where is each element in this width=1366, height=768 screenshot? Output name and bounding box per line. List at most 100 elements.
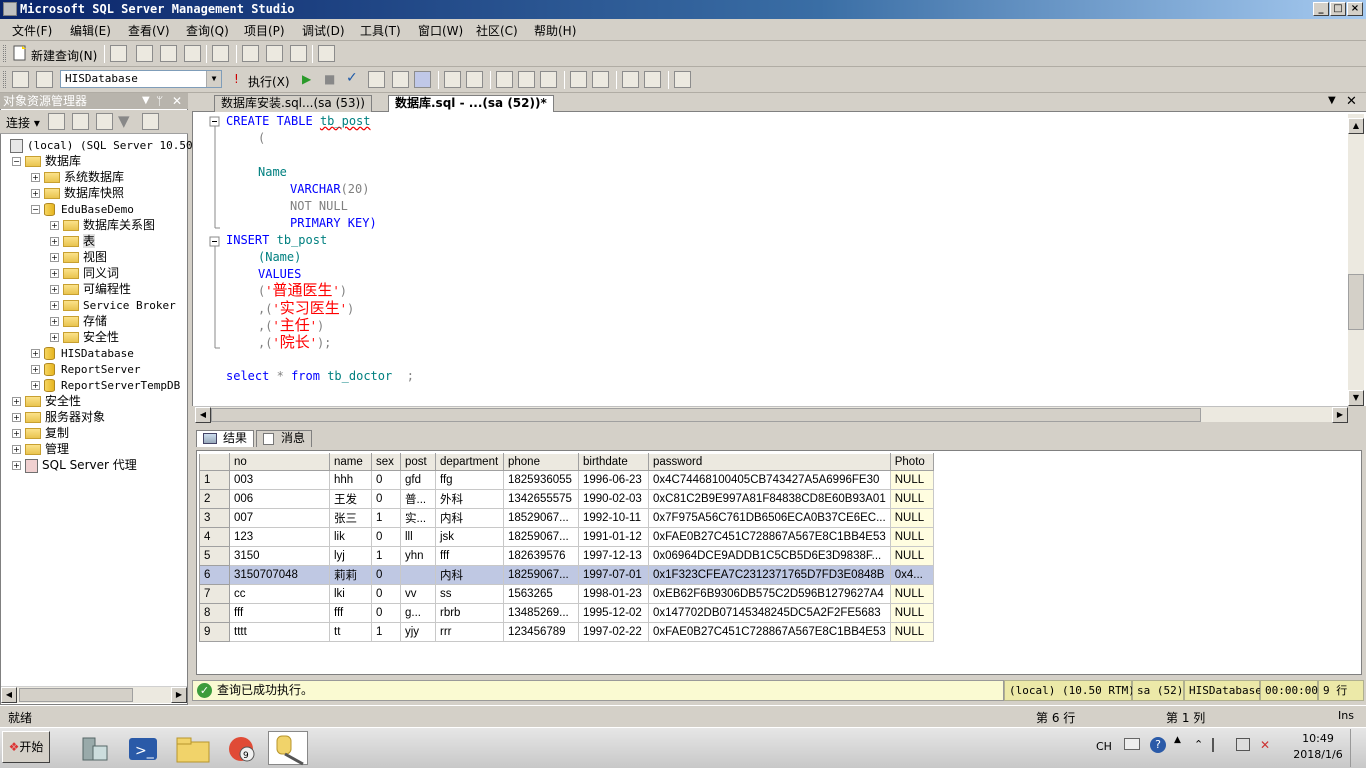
row-number[interactable]: 5 [199, 546, 230, 566]
column-header-name[interactable]: name [329, 453, 372, 471]
scroll-thumb[interactable] [211, 408, 1201, 422]
decrease-indent-icon[interactable] [622, 71, 639, 88]
menu-project[interactable]: 项目(P) [244, 22, 285, 39]
tree-synonyms[interactable]: + 同义词 [50, 265, 119, 281]
volume-muted-icon[interactable]: ✕ [1260, 738, 1274, 752]
grid-cell-photo[interactable]: NULL [889, 546, 934, 566]
grid-cell-no[interactable]: 003 [229, 470, 330, 490]
tab-close-icon[interactable]: ✕ [1346, 94, 1357, 109]
include-plan-icon[interactable] [496, 71, 513, 88]
grid-cell-name[interactable]: fff [329, 603, 372, 623]
taskbar-explorer-icon[interactable] [172, 731, 212, 765]
db-engine-query-icon[interactable] [136, 45, 153, 62]
grid-cell-no[interactable]: 123 [229, 527, 330, 547]
expand-icon[interactable]: + [50, 253, 59, 262]
new-project-icon[interactable] [212, 45, 229, 62]
expand-icon[interactable]: + [50, 221, 59, 230]
row-number[interactable]: 1 [199, 470, 230, 490]
row-number[interactable]: 4 [199, 527, 230, 547]
tree-db-diagrams[interactable]: + 数据库关系图 [50, 217, 155, 233]
dmx-query-icon[interactable] [184, 45, 201, 62]
scroll-down-icon[interactable]: ▼ [1348, 390, 1364, 406]
grid-cell-phone[interactable]: 18529067... [503, 508, 579, 528]
grid-cell-birthdate[interactable]: 1991-01-12 [578, 527, 649, 547]
scroll-right-icon[interactable]: ▶ [171, 687, 187, 703]
grid-cell-photo[interactable]: NULL [889, 584, 934, 604]
specify-values-icon[interactable] [466, 71, 483, 88]
help-icon[interactable]: ? [1150, 737, 1166, 753]
new-file-icon[interactable] [110, 45, 127, 62]
tree-db-security[interactable]: + 安全性 [50, 329, 119, 345]
tree-tables[interactable]: + 表 [50, 233, 96, 249]
query-designer-icon[interactable] [392, 71, 409, 88]
expand-icon[interactable]: + [12, 429, 21, 438]
show-desktop-button[interactable] [1350, 729, 1364, 767]
connect-dropdown[interactable]: 连接 ▾ [6, 114, 40, 131]
tree-service-broker[interactable]: + Service Broker [50, 297, 176, 314]
clock-time[interactable]: 10:49 [1298, 732, 1338, 745]
table-row[interactable]: 8 fff fff 0 g... rbrb 13485269... 1995-12-02 0x1… [199, 603, 934, 623]
grid-cell-sex[interactable]: 0 [371, 489, 401, 509]
grid-cell-birthdate[interactable]: 1997-07-01 [578, 565, 649, 585]
grid-cell-no[interactable]: 007 [229, 508, 330, 528]
grid-cell-password[interactable]: 0x147702DB07145348245DC5A2F2FE5683 [648, 603, 891, 623]
grid-cell-post[interactable]: vv [400, 584, 436, 604]
grid-cell-no[interactable]: 006 [229, 489, 330, 509]
taskbar-server-manager-icon[interactable] [72, 731, 112, 765]
grid-cell-phone[interactable]: 123456789 [503, 622, 579, 642]
grid-cell-post[interactable]: gfd [400, 470, 436, 490]
table-row[interactable]: 1 003 hhh 0 gfd ffg 1825936055 1996-06-23 0x4C74… [199, 470, 934, 490]
grid-cell-phone[interactable]: 18259067... [503, 565, 579, 585]
keyboard-icon[interactable] [1124, 738, 1140, 750]
toolbar-grip[interactable] [3, 71, 6, 88]
column-header-phone[interactable]: phone [503, 453, 579, 471]
grid-cell-sex[interactable]: 0 [371, 527, 401, 547]
scroll-thumb[interactable] [1348, 274, 1364, 330]
tab-results[interactable]: 结果 [196, 430, 255, 447]
grid-cell-department[interactable]: 内科 [435, 508, 504, 528]
grid-cell-department[interactable]: jsk [435, 527, 504, 547]
display-plan-icon[interactable] [368, 71, 385, 88]
column-header-department[interactable]: department [435, 453, 504, 471]
tree-programmability[interactable]: + 可编程性 [50, 281, 131, 297]
ime-options-icon[interactable]: ▲ [1174, 735, 1181, 745]
grid-cell-birthdate[interactable]: 1998-01-23 [578, 584, 649, 604]
grid-cell-post[interactable]: 普... [400, 489, 436, 509]
grid-cell-sex[interactable]: 0 [371, 470, 401, 490]
tree-replication[interactable]: + 复制 [12, 425, 69, 441]
grid-cell-post[interactable]: yjy [400, 622, 436, 642]
tree-system-databases[interactable]: + 系统数据库 [31, 169, 124, 185]
grid-cell-birthdate[interactable]: 1992-10-11 [578, 508, 649, 528]
grid-cell-post[interactable] [400, 565, 436, 585]
tree-database-snapshots[interactable]: + 数据库快照 [31, 185, 124, 201]
menu-tools[interactable]: 工具(T) [360, 22, 401, 39]
grid-cell-no[interactable]: 3150 [229, 546, 330, 566]
tab-messages[interactable]: 消息 [256, 430, 313, 447]
pin-dropdown-icon[interactable]: ▼ [142, 93, 150, 109]
grid-cell-phone[interactable]: 18259067... [503, 527, 579, 547]
object-explorer-hscroll[interactable]: ◀ ▶ [1, 686, 187, 703]
column-header-sex[interactable]: sex [371, 453, 401, 471]
activity-monitor-icon[interactable] [318, 45, 335, 62]
menu-window[interactable]: 窗口(W) [418, 22, 463, 39]
expand-icon[interactable]: + [31, 189, 40, 198]
font-size-icon[interactable] [674, 71, 691, 88]
maximize-button[interactable]: □ [1330, 2, 1346, 16]
row-number[interactable]: 2 [199, 489, 230, 509]
grid-cell-name[interactable]: 莉莉 [329, 565, 372, 585]
scroll-left-icon[interactable]: ◀ [195, 407, 211, 423]
grid-cell-name[interactable]: hhh [329, 470, 372, 490]
row-number[interactable]: 7 [199, 584, 230, 604]
grid-corner[interactable] [199, 453, 230, 471]
grid-cell-photo[interactable]: NULL [889, 470, 934, 490]
grid-cell-post[interactable]: 实... [400, 508, 436, 528]
grid-cell-name[interactable]: lki [329, 584, 372, 604]
client-stats-icon[interactable] [518, 71, 535, 88]
grid-cell-photo[interactable]: NULL [889, 527, 934, 547]
expand-icon[interactable]: + [50, 285, 59, 294]
grid-cell-phone[interactable]: 1825936055 [503, 470, 579, 490]
show-hidden-icon[interactable]: ⌃ [1194, 738, 1203, 751]
analysis-query-icon[interactable] [160, 45, 177, 62]
expand-icon[interactable]: + [12, 461, 21, 470]
minimize-button[interactable]: _ [1313, 2, 1329, 16]
